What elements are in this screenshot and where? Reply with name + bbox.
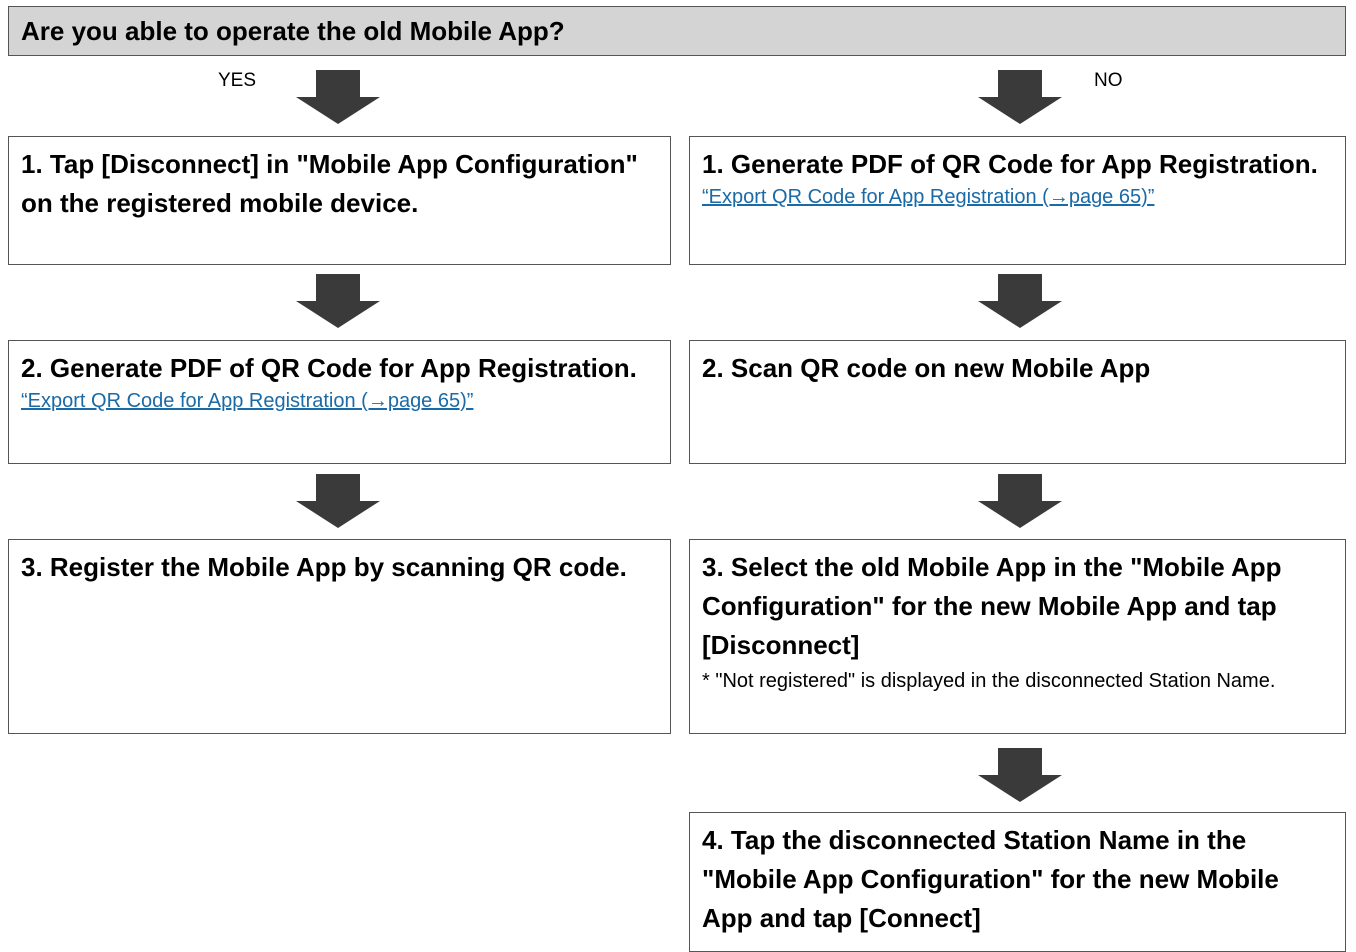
down-arrow-icon [978, 748, 1062, 802]
down-arrow-icon [978, 474, 1062, 528]
export-qr-code-link[interactable]: “Export QR Code for App Registration (→p… [21, 388, 473, 414]
decision-question: Are you able to operate the old Mobile A… [8, 6, 1346, 56]
down-arrow-icon [296, 474, 380, 528]
yes-step-2: 2. Generate PDF of QR Code for App Regis… [8, 340, 671, 464]
step-note: * "Not registered" is displayed in the d… [702, 670, 1276, 692]
down-arrow-icon [296, 274, 380, 328]
step-title: 3. Select the old Mobile App in the "Mob… [702, 552, 1282, 660]
no-step-2: 2. Scan QR code on new Mobile App [689, 340, 1346, 464]
export-qr-code-link[interactable]: “Export QR Code for App Registration (→p… [702, 184, 1154, 210]
no-step-1: 1. Generate PDF of QR Code for App Regis… [689, 136, 1346, 265]
no-step-3: 3. Select the old Mobile App in the "Mob… [689, 539, 1346, 734]
down-arrow-icon [296, 70, 380, 124]
step-title: 1. Tap [Disconnect] in "Mobile App Confi… [21, 149, 638, 218]
yes-step-3: 3. Register the Mobile App by scanning Q… [8, 539, 671, 734]
no-step-4: 4. Tap the disconnected Station Name in … [689, 812, 1346, 952]
yes-branch-label: YES [218, 70, 257, 91]
no-branch-label: NO [1094, 70, 1123, 91]
step-title: 3. Register the Mobile App by scanning Q… [21, 552, 627, 582]
step-title: 2. Scan QR code on new Mobile App [702, 353, 1151, 383]
down-arrow-icon [978, 274, 1062, 328]
yes-step-1: 1. Tap [Disconnect] in "Mobile App Confi… [8, 136, 671, 265]
step-title: 1. Generate PDF of QR Code for App Regis… [702, 149, 1318, 179]
step-title: 4. Tap the disconnected Station Name in … [702, 825, 1279, 933]
down-arrow-icon [978, 70, 1062, 124]
step-title: 2. Generate PDF of QR Code for App Regis… [21, 353, 637, 383]
